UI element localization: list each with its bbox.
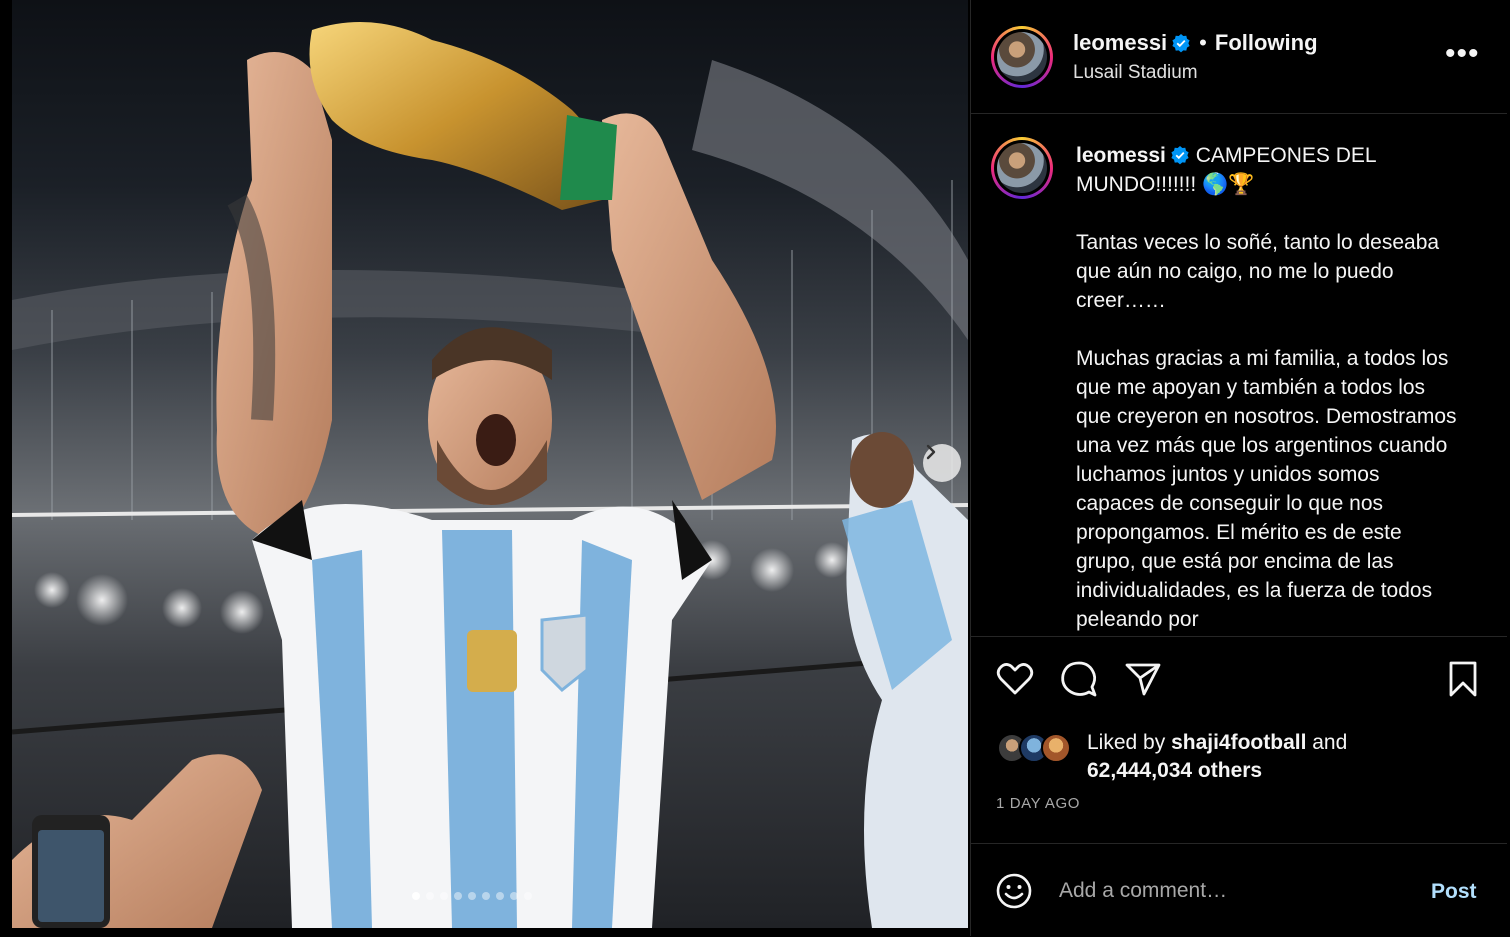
- top-liker-link[interactable]: shaji4football: [1171, 731, 1306, 754]
- emoji-icon[interactable]: [995, 872, 1033, 910]
- carousel-dot: [524, 892, 532, 900]
- caption-avatar[interactable]: [991, 137, 1053, 199]
- photo-illustration: [12, 22, 968, 928]
- post-modal: leomessi • Following Lusail Stadium ••• le…: [0, 0, 1510, 936]
- carousel-indicator: [412, 892, 532, 900]
- author-username[interactable]: leomessi: [1073, 30, 1167, 55]
- likes-summary: Liked by shaji4football and 62,444,034 o…: [997, 729, 1347, 785]
- likes-count-link[interactable]: 62,444,034 others: [1087, 759, 1262, 782]
- post-header: leomessi • Following Lusail Stadium •••: [971, 0, 1507, 114]
- caption-username[interactable]: leomessi: [1076, 144, 1166, 167]
- post-sidebar: leomessi • Following Lusail Stadium ••• le…: [970, 0, 1507, 936]
- post-photo[interactable]: [12, 0, 968, 928]
- caption-paragraph: Tantas veces lo soñé, tanto lo deseaba q…: [1076, 231, 1440, 312]
- post-comment-button[interactable]: Post: [1431, 880, 1477, 904]
- post-location[interactable]: Lusail Stadium: [1073, 62, 1198, 84]
- liker-avatars[interactable]: [997, 729, 1081, 763]
- avatar: [1041, 733, 1071, 763]
- author-line: leomessi • Following: [1073, 30, 1318, 56]
- following-button[interactable]: Following: [1215, 30, 1318, 55]
- caption-section: leomessi CAMPEONES DEL MUNDO!!!!!!! 🌎🏆 T…: [971, 115, 1507, 635]
- verified-badge-icon: [1172, 34, 1190, 53]
- carousel-dot: [440, 892, 448, 900]
- verified-badge-icon: [1171, 146, 1189, 165]
- carousel-dot: [412, 892, 420, 900]
- likes-prefix: Liked by: [1087, 731, 1172, 754]
- post-actions: Liked by shaji4football and 62,444,034 o…: [971, 636, 1507, 936]
- share-icon[interactable]: [1123, 659, 1163, 699]
- separator-bullet: •: [1199, 30, 1207, 55]
- next-slide-button[interactable]: [923, 444, 961, 482]
- carousel-dot: [454, 892, 462, 900]
- carousel-dot: [426, 892, 434, 900]
- more-options-icon[interactable]: •••: [1445, 39, 1480, 69]
- comment-composer: Post: [971, 843, 1507, 937]
- likes-text: Liked by shaji4football and 62,444,034 o…: [1087, 729, 1347, 785]
- carousel-dot: [510, 892, 518, 900]
- post-timestamp[interactable]: 1 DAY AGO: [996, 795, 1080, 812]
- carousel-dot: [496, 892, 504, 900]
- carousel-dot: [482, 892, 490, 900]
- comment-input[interactable]: [1059, 874, 1399, 908]
- heart-icon[interactable]: [995, 659, 1035, 699]
- author-avatar[interactable]: [991, 26, 1053, 88]
- bookmark-icon[interactable]: [1443, 659, 1483, 699]
- chevron-right-icon: [926, 444, 936, 460]
- carousel-dot: [468, 892, 476, 900]
- likes-connector: and: [1306, 731, 1348, 754]
- caption-paragraph: Muchas gracias a mi familia, a todos los…: [1076, 347, 1457, 631]
- caption-text: leomessi CAMPEONES DEL MUNDO!!!!!!! 🌎🏆 T…: [1076, 141, 1461, 635]
- comment-icon[interactable]: [1059, 659, 1099, 699]
